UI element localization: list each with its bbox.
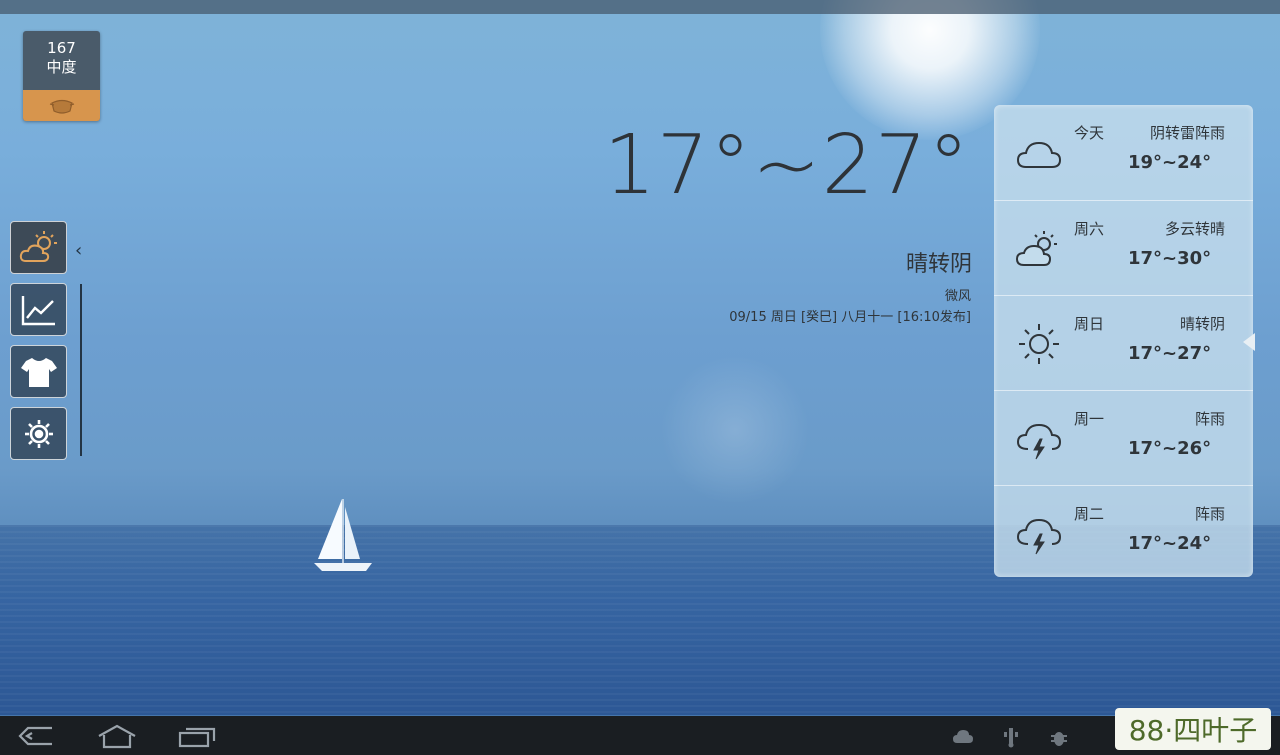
partly-cloudy-icon bbox=[19, 230, 57, 262]
current-temp-range: 17°~27° bbox=[603, 118, 970, 213]
thunderstorm-icon bbox=[1014, 417, 1064, 461]
cloud-icon bbox=[1014, 131, 1064, 175]
recent-apps-icon bbox=[178, 727, 216, 748]
forecast-temp: 19°~24° bbox=[1128, 152, 1212, 173]
forecast-condition: 阵雨 bbox=[1194, 410, 1225, 428]
forecast-condition: 晴转阴 bbox=[1179, 315, 1225, 333]
forecast-row[interactable]: 今天 阴转雷阵雨 19°~24° bbox=[994, 105, 1253, 200]
forecast-condition: 阵雨 bbox=[1194, 505, 1225, 523]
date-info: 09/15 周日 [癸巳] 八月十一 [16:10发布] bbox=[729, 310, 971, 325]
line-chart-icon bbox=[21, 295, 55, 325]
home-icon bbox=[98, 724, 136, 749]
forecast-day: 周一 bbox=[1074, 410, 1105, 428]
forecast-day: 周六 bbox=[1074, 220, 1105, 238]
forecast-row[interactable]: 周六 多云转晴 17°~30° bbox=[994, 200, 1253, 296]
forecast-row[interactable]: 周日 晴转阴 17°~27° bbox=[994, 295, 1253, 391]
watermark-logo: 88·四叶子 bbox=[1115, 708, 1271, 750]
gear-icon bbox=[24, 419, 53, 448]
forecast-temp: 17°~30° bbox=[1128, 248, 1212, 269]
back-button[interactable] bbox=[14, 722, 58, 750]
settings-menu-button[interactable] bbox=[10, 407, 67, 460]
forecast-condition: 阴转雷阵雨 bbox=[1149, 124, 1225, 142]
thunderstorm-icon bbox=[1014, 512, 1064, 556]
weather-menu-button[interactable] bbox=[10, 221, 67, 274]
aqi-level: 中度 bbox=[46, 58, 77, 76]
forecast-row[interactable]: 周二 阵雨 17°~24° bbox=[994, 485, 1253, 581]
sun-icon bbox=[1014, 322, 1064, 366]
forecast-day: 周日 bbox=[1074, 315, 1105, 333]
forecast-temp: 17°~27° bbox=[1128, 343, 1212, 364]
status-bar bbox=[0, 0, 1280, 14]
collapse-chevron-icon[interactable]: ‹ bbox=[75, 240, 82, 261]
current-wind: 微风 bbox=[944, 289, 971, 304]
tshirt-icon bbox=[20, 357, 57, 387]
current-condition: 晴转阴 bbox=[905, 252, 972, 277]
weather-notification-icon[interactable] bbox=[952, 726, 974, 748]
side-rail bbox=[80, 284, 82, 456]
partly-cloudy-icon bbox=[1014, 227, 1064, 271]
aqi-badge[interactable]: 167 中度 bbox=[23, 31, 100, 121]
back-icon bbox=[18, 726, 52, 746]
forecast-temp: 17°~24° bbox=[1128, 533, 1212, 554]
navigation-bar bbox=[0, 716, 1280, 755]
forecast-day: 今天 bbox=[1074, 124, 1105, 142]
forecast-temp: 17°~26° bbox=[1128, 438, 1212, 459]
bug-icon[interactable] bbox=[1048, 726, 1070, 748]
home-button[interactable] bbox=[95, 722, 139, 750]
aqi-value: 167 bbox=[47, 39, 76, 57]
aqi-level-strip bbox=[23, 90, 100, 121]
forecast-condition: 多云转晴 bbox=[1164, 220, 1225, 238]
sailboat-image bbox=[314, 499, 372, 571]
recent-apps-button[interactable] bbox=[175, 722, 219, 750]
usb-icon[interactable] bbox=[1000, 726, 1022, 748]
forecast-day: 周二 bbox=[1074, 505, 1105, 523]
forecast-row[interactable]: 周一 阵雨 17°~26° bbox=[994, 390, 1253, 486]
trend-menu-button[interactable] bbox=[10, 283, 67, 336]
panel-pointer bbox=[1243, 333, 1255, 351]
clothing-menu-button[interactable] bbox=[10, 345, 67, 398]
mask-icon bbox=[49, 99, 74, 114]
moon-haze bbox=[660, 355, 810, 505]
forecast-panel: 今天 阴转雷阵雨 19°~24° 周六 多云转晴 17°~30° 周日 晴转阴 … bbox=[994, 105, 1253, 577]
